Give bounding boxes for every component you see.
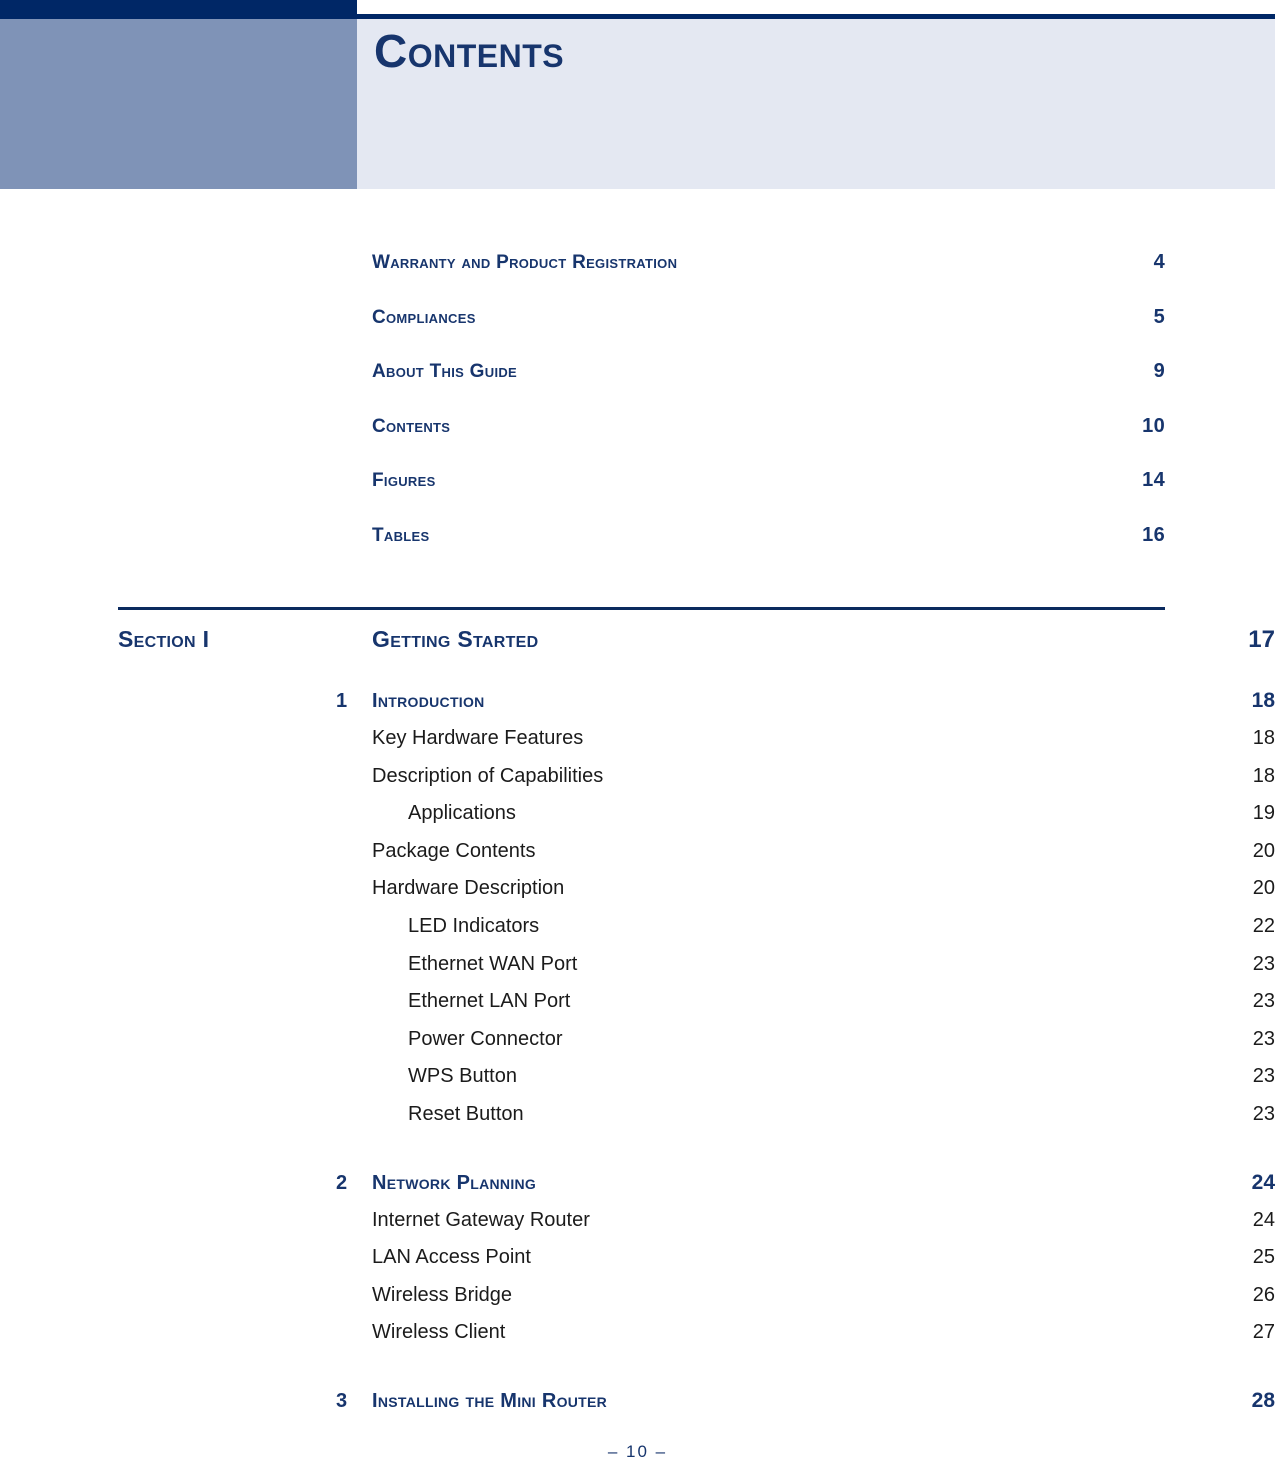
- toc-chapter-row[interactable]: 1 Introduction 18: [0, 689, 1275, 713]
- header-blue-block: [0, 19, 357, 189]
- toc-entry-label: Internet Gateway Router: [372, 1208, 590, 1231]
- toc-entry-page-number: 19: [1252, 802, 1275, 825]
- page-title: Contents: [374, 25, 565, 77]
- toc-entry-page-number: 14: [1142, 469, 1165, 491]
- toc-entry-label: Hardware Description: [372, 877, 565, 900]
- toc-entry-page-number: 20: [1252, 877, 1275, 900]
- toc-subentry-row[interactable]: Ethernet LAN Port 23: [0, 990, 1275, 1013]
- chapter-number: 1: [336, 690, 348, 712]
- chapter-number: 3: [336, 1390, 348, 1412]
- toc-subentry-row[interactable]: WPS Button 23: [0, 1065, 1275, 1088]
- toc-entry-label: Package Contents: [372, 839, 536, 862]
- toc-entry-page-number: 23: [1252, 1103, 1275, 1125]
- toc-subentry-row[interactable]: Description of Capabilities 18: [0, 765, 1275, 788]
- section-page-number: 17: [1248, 626, 1275, 653]
- toc-entry-page-number: 9: [1153, 360, 1165, 382]
- chapter-title: Network Planning: [372, 1171, 537, 1194]
- section-title: Getting Started: [372, 626, 539, 652]
- toc-subentry-row[interactable]: LAN Access Point 25: [0, 1246, 1275, 1269]
- toc-entry-label: Figures: [372, 470, 436, 491]
- chapter-title: Installing the Mini Router: [372, 1390, 608, 1412]
- toc-entry-page-number: 25: [1252, 1246, 1275, 1269]
- chapter-number: 2: [336, 1171, 348, 1194]
- toc-entry-label: Ethernet WAN Port: [408, 952, 578, 975]
- toc-entry-page-number: 5: [1153, 305, 1165, 328]
- footer-page-marker: – 10 –: [607, 1442, 668, 1461]
- toc-entry-page-number: 16: [1142, 523, 1165, 546]
- toc-entry-label: LAN Access Point: [372, 1246, 531, 1269]
- toc-entry-label: Wireless Bridge: [372, 1283, 513, 1306]
- section-label: Section I: [118, 626, 210, 652]
- toc-entry-label: Contents: [372, 415, 451, 437]
- header-navy-left-bar: [0, 0, 357, 19]
- toc-front-matter-row[interactable]: Contents 10: [118, 415, 1165, 470]
- toc-entry-page-number: 23: [1252, 1027, 1275, 1050]
- chapter-page-number: 24: [1251, 1170, 1275, 1194]
- chapter-page-number: 28: [1251, 1389, 1275, 1412]
- toc-subentry-row[interactable]: Wireless Bridge 26: [0, 1284, 1275, 1307]
- toc-entry-label: About This Guide: [372, 361, 518, 382]
- toc-entry-page-number: 20: [1252, 839, 1275, 862]
- toc-entry-label: Reset Button: [408, 1103, 524, 1125]
- toc-front-matter-row[interactable]: Tables 16: [118, 524, 1165, 579]
- toc-entry-label: Ethernet LAN Port: [408, 990, 571, 1013]
- page-header-band: Contents: [0, 0, 1275, 189]
- toc-entry-page-number: 23: [1252, 990, 1275, 1013]
- toc-entry-label: Key Hardware Features: [372, 727, 584, 749]
- toc-subentry-row[interactable]: Hardware Description 20: [0, 877, 1275, 900]
- section-divider-rule: [118, 607, 1165, 610]
- toc-chapter-row[interactable]: 3 Installing the Mini Router 28: [0, 1389, 1275, 1413]
- toc-entry-label: Compliances: [372, 306, 476, 328]
- chapter-title: Introduction: [372, 690, 485, 712]
- chapter-page-number: 18: [1251, 689, 1275, 712]
- toc-entry-label: Power Connector: [408, 1027, 563, 1050]
- toc-entry-page-number: 18: [1252, 727, 1275, 749]
- toc-entry-label: LED Indicators: [408, 915, 540, 937]
- toc-entry-page-number: 18: [1252, 764, 1275, 787]
- toc-entry-label: Description of Capabilities: [372, 764, 604, 787]
- toc-entry-page-number: 26: [1252, 1283, 1275, 1306]
- toc-subentry-row[interactable]: Wireless Client 27: [0, 1321, 1275, 1344]
- toc-entry-page-number: 27: [1252, 1321, 1275, 1344]
- toc-entry-label: Tables: [372, 524, 430, 546]
- toc-subentry-row[interactable]: Ethernet WAN Port 23: [0, 953, 1275, 976]
- toc-subentry-row[interactable]: Key Hardware Features 18: [0, 727, 1275, 750]
- toc-entry-label: Applications: [408, 802, 516, 825]
- toc-entry-label: WPS Button: [408, 1065, 517, 1088]
- toc-front-matter-row[interactable]: Compliances 5: [118, 306, 1165, 361]
- toc-subentry-row[interactable]: Package Contents 20: [0, 840, 1275, 863]
- toc-front-matter-row[interactable]: Warranty and Product Registration 4: [118, 251, 1165, 306]
- toc-chapter-row[interactable]: 2 Network Planning 24: [0, 1171, 1275, 1195]
- toc-entry-page-number: 10: [1142, 414, 1165, 437]
- toc-entry-page-number: 23: [1252, 1065, 1275, 1088]
- toc-entry-page-number: 24: [1252, 1208, 1275, 1231]
- toc-entry-page-number: 4: [1153, 251, 1165, 273]
- toc-subentry-row[interactable]: LED Indicators 22: [0, 915, 1275, 938]
- section-header-row: Section I Getting Started 17: [0, 626, 1275, 654]
- front-matter-list: Warranty and Product Registration 4 Compli…: [0, 251, 1275, 578]
- toc-entry-label: Warranty and Product Registration: [372, 252, 678, 273]
- toc-front-matter-row[interactable]: About This Guide 9: [118, 360, 1165, 415]
- toc-subentry-row[interactable]: Applications 19: [0, 802, 1275, 825]
- toc-entry-page-number: 22: [1252, 915, 1275, 937]
- toc-subentry-row[interactable]: Reset Button 23: [0, 1103, 1275, 1126]
- toc-subentry-row[interactable]: Power Connector 23: [0, 1028, 1275, 1051]
- toc-entry-page-number: 23: [1252, 952, 1275, 975]
- toc-entry-label: Wireless Client: [372, 1321, 506, 1344]
- toc-front-matter-row[interactable]: Figures 14: [118, 469, 1165, 524]
- toc-subentry-row[interactable]: Internet Gateway Router 24: [0, 1209, 1275, 1232]
